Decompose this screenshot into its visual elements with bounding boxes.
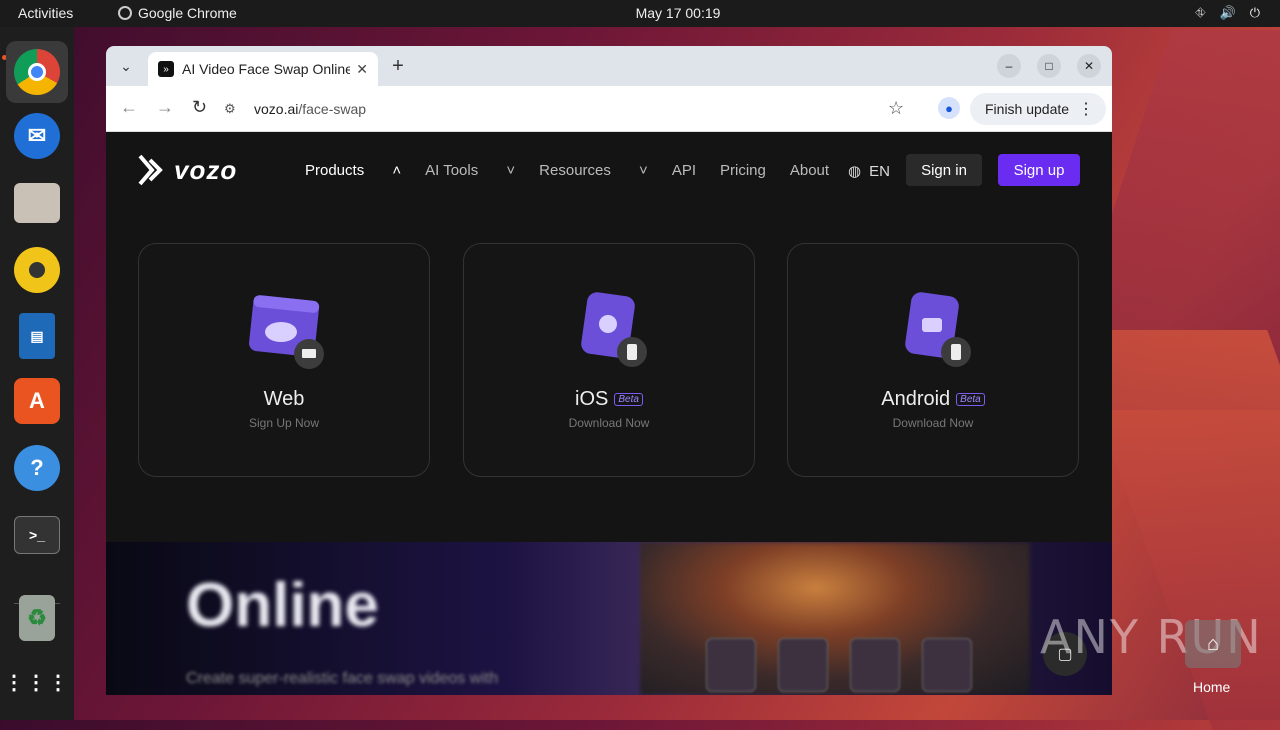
close-tab-icon[interactable]: ✕ xyxy=(356,61,368,78)
writer-icon: ▤ xyxy=(19,313,55,359)
product-card-ios[interactable]: iOS Beta Download Now xyxy=(463,243,755,477)
system-tray[interactable]: ⛗ 🔊 ⏻ xyxy=(1195,5,1260,21)
vozo-favicon-icon: » xyxy=(158,61,174,77)
globe-icon: ◍ xyxy=(848,163,862,180)
hero-subtitle: Create super-realistic face swap videos … xyxy=(186,670,499,687)
home-folder-label: Home xyxy=(1193,679,1231,695)
files-icon xyxy=(14,183,60,223)
sign-in-button[interactable]: Sign in xyxy=(906,154,982,186)
site-header: vozo Products ˄ AI Tools ˅ Resources ˅ A… xyxy=(106,132,1112,208)
beta-badge: Beta xyxy=(614,393,643,407)
hero-heading: Online xyxy=(186,571,379,640)
android-robot-icon xyxy=(905,292,971,367)
language-code: EN xyxy=(869,162,890,180)
ios-apple-icon xyxy=(581,292,647,367)
tab-active[interactable]: » AI Video Face Swap Online ✕ xyxy=(148,52,378,86)
terminal-icon: >_ xyxy=(14,516,60,554)
dock-chrome[interactable] xyxy=(6,41,68,103)
face-thumbnail xyxy=(778,638,828,692)
back-button[interactable]: ← xyxy=(120,97,138,118)
dock-help[interactable]: ? xyxy=(6,437,68,499)
reload-button[interactable]: ↻ xyxy=(192,97,207,118)
profile-avatar-icon[interactable]: ● xyxy=(938,97,960,119)
dock-software[interactable]: A xyxy=(6,370,68,432)
logo-text: vozo xyxy=(174,154,238,185)
forward-button[interactable]: → xyxy=(156,97,174,118)
vozo-logo[interactable]: vozo xyxy=(138,154,237,186)
clock[interactable]: May 17 00:19 xyxy=(0,5,1280,21)
card-title: Web xyxy=(263,388,305,410)
product-card-web[interactable]: Web Sign Up Now xyxy=(138,243,430,477)
card-subtitle: Sign Up Now xyxy=(248,416,320,430)
power-icon: ⏻ xyxy=(1249,5,1260,20)
face-thumbnail xyxy=(850,638,900,692)
software-icon: A xyxy=(14,378,60,424)
chevron-down-icon: ⌄ xyxy=(120,57,132,74)
face-thumbnail xyxy=(706,638,756,692)
dock-writer[interactable]: ▤ xyxy=(6,305,68,367)
nav-pricing[interactable]: Pricing xyxy=(720,162,766,179)
site-info-icon[interactable]: ⚙ xyxy=(224,101,244,117)
bookmark-star-icon[interactable]: ☆ xyxy=(888,98,904,119)
dock: ✉ ▤ A ? >_ ♻ ⋮⋮⋮ xyxy=(0,27,74,720)
card-title: Android Beta xyxy=(788,388,1078,411)
more-menu-icon[interactable]: ⋮ xyxy=(1078,99,1094,119)
nav-products[interactable]: Products ˄ xyxy=(305,162,401,179)
card-title: iOS Beta xyxy=(464,388,754,411)
face-thumbnail xyxy=(922,638,972,692)
product-card-android[interactable]: Android Beta Download Now xyxy=(787,243,1079,477)
trash-icon: ♻ xyxy=(19,595,55,641)
new-tab-button[interactable]: + xyxy=(386,54,410,78)
card-subtitle: Download Now xyxy=(568,416,650,430)
beta-badge: Beta xyxy=(956,393,985,407)
dock-thunderbird[interactable]: ✉ xyxy=(6,105,68,167)
plus-icon: + xyxy=(392,54,404,77)
web-cloud-icon xyxy=(249,295,324,369)
volume-icon: 🔊 xyxy=(1219,5,1236,20)
update-label: Finish update xyxy=(985,101,1070,117)
nav-api[interactable]: API xyxy=(672,162,696,179)
minimize-button[interactable]: – xyxy=(997,54,1021,78)
chrome-icon xyxy=(14,49,60,95)
main-nav: Products ˄ AI Tools ˅ Resources ˅ API Pr… xyxy=(305,162,853,179)
tab-strip: ⌄ » AI Video Face Swap Online ✕ + – □ ✕ xyxy=(106,46,1112,86)
finish-update-button[interactable]: Finish update ⋮ xyxy=(970,93,1106,125)
grid-icon: ⋮⋮⋮ xyxy=(4,671,70,694)
thunderbird-icon: ✉ xyxy=(14,113,60,159)
web-page: vozo Products ˄ AI Tools ˅ Resources ˅ A… xyxy=(106,132,1112,695)
tab-title: AI Video Face Swap Online xyxy=(182,61,351,77)
browser-toolbar: ← → ↻ ⚙ vozo.ai/face-swap ☆ ● Finish upd… xyxy=(106,86,1112,132)
home-folder-icon[interactable]: ⌂ xyxy=(1185,620,1241,668)
close-window-button[interactable]: ✕ xyxy=(1077,54,1101,78)
dock-files[interactable] xyxy=(6,172,68,234)
dock-rhythmbox[interactable] xyxy=(6,239,68,301)
dock-trash[interactable]: ♻ xyxy=(6,587,68,649)
card-subtitle: Download Now xyxy=(892,416,974,430)
tab-search-button[interactable]: ⌄ xyxy=(114,54,138,78)
show-applications-button[interactable]: ⋮⋮⋮ xyxy=(4,651,70,713)
network-icon: ⛗ xyxy=(1195,5,1206,20)
maximize-button[interactable]: □ xyxy=(1037,54,1061,78)
nav-resources[interactable]: Resources ˅ xyxy=(539,162,648,179)
language-selector[interactable]: ◍ EN xyxy=(848,162,890,181)
nav-about[interactable]: About xyxy=(790,162,829,179)
nav-ai-tools[interactable]: AI Tools ˅ xyxy=(425,162,515,179)
address-bar[interactable]: ⚙ vozo.ai/face-swap xyxy=(224,93,914,125)
rhythmbox-icon xyxy=(14,247,60,293)
vozo-logo-icon xyxy=(138,154,163,186)
dock-terminal[interactable]: >_ xyxy=(6,504,68,566)
hero-section: Online Create super-realistic face swap … xyxy=(106,542,1112,695)
url-host: vozo.ai xyxy=(254,101,299,117)
chrome-window: ⌄ » AI Video Face Swap Online ✕ + – □ ✕ … xyxy=(106,46,1112,695)
url-path: /face-swap xyxy=(298,101,367,117)
sign-up-button[interactable]: Sign up xyxy=(998,154,1080,186)
system-top-bar: Activities Google Chrome May 17 00:19 ⛗ … xyxy=(0,0,1280,27)
help-icon: ? xyxy=(14,445,60,491)
